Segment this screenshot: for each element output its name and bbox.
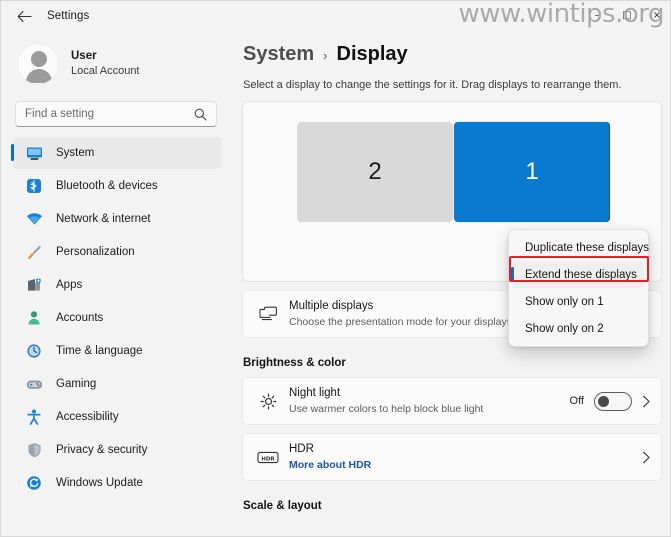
sidebar-item-bluetooth-devices[interactable]: Bluetooth & devices: [13, 170, 221, 202]
account-name: User: [71, 50, 97, 62]
display-monitor-2[interactable]: 2: [297, 122, 453, 222]
back-button[interactable]: [9, 3, 39, 29]
chevron-right-icon: [642, 451, 651, 464]
apps-icon: [25, 276, 43, 294]
minimize-button[interactable]: –: [582, 1, 612, 31]
bluetooth-icon: [25, 177, 43, 195]
sidebar-item-label: Windows Update: [56, 477, 143, 489]
multiple-displays-context-menu: Duplicate these displays Extend these di…: [508, 229, 649, 347]
night-light-row[interactable]: Night light Use warmer colors to help bl…: [242, 377, 662, 425]
section-heading-scale: Scale & layout: [243, 500, 322, 512]
menu-item-extend-displays[interactable]: Extend these displays: [511, 261, 644, 288]
multiple-displays-icon: [255, 306, 281, 322]
accessibility-icon: [25, 408, 43, 426]
close-button[interactable]: ×: [642, 1, 670, 31]
section-heading-brightness: Brightness & color: [243, 357, 346, 369]
sidebar-item-accessibility[interactable]: Accessibility: [13, 401, 221, 433]
sidebar-item-system[interactable]: System: [11, 137, 221, 169]
sidebar-item-label: Time & language: [56, 345, 143, 357]
monitor-icon: [25, 144, 43, 162]
sidebar-item-label: Privacy & security: [56, 444, 148, 456]
sidebar-item-label: Network & internet: [56, 213, 151, 225]
breadcrumb: System › Display: [231, 31, 670, 66]
sidebar-item-accounts[interactable]: Accounts: [13, 302, 221, 334]
back-arrow-icon: [17, 10, 32, 22]
sidebar-item-label: System: [56, 147, 95, 159]
sidebar-item-apps[interactable]: Apps: [13, 269, 221, 301]
sidebar-item-label: Apps: [56, 279, 83, 291]
menu-item-show-only-on-2[interactable]: Show only on 2: [513, 315, 644, 342]
sidebar-item-gaming[interactable]: Gaming: [13, 368, 221, 400]
svg-text:HDR: HDR: [261, 456, 275, 462]
display-number: 2: [368, 158, 382, 185]
sidebar-item-label: Personalization: [56, 246, 135, 258]
person-icon: [25, 309, 43, 327]
close-icon: ×: [652, 10, 662, 21]
chevron-right-icon: [642, 395, 651, 408]
page-subtitle: Select a display to change the settings …: [243, 79, 622, 91]
search-icon: [194, 108, 216, 121]
sidebar-item-personalization[interactable]: Personalization: [13, 236, 221, 268]
sidebar-item-windows-update[interactable]: Windows Update: [13, 467, 221, 499]
maximize-button[interactable]: □: [612, 1, 642, 31]
window-title: Settings: [47, 10, 90, 22]
settings-window: Settings – □ × www.wintips.org User Loca…: [0, 0, 671, 537]
display-monitors: 2 1: [297, 122, 610, 222]
hdr-row[interactable]: HDR HDR More about HDR: [242, 433, 662, 481]
breadcrumb-separator-icon: ›: [323, 48, 328, 63]
gamepad-icon: [25, 375, 43, 393]
breadcrumb-root[interactable]: System: [243, 43, 314, 66]
search-box[interactable]: [15, 101, 217, 127]
window-controls: – □ ×: [582, 1, 670, 31]
sidebar: User Local Account Find a setting System…: [1, 31, 231, 536]
sidebar-item-network-internet[interactable]: Network & internet: [13, 203, 221, 235]
sidebar-item-label: Bluetooth & devices: [56, 180, 158, 192]
minimize-icon: –: [594, 10, 600, 21]
menu-item-duplicate-displays[interactable]: Duplicate these displays: [513, 234, 649, 261]
account-subtitle: Local Account: [71, 65, 140, 77]
update-icon: [25, 474, 43, 492]
shield-icon: [25, 441, 43, 459]
wifi-icon: [25, 210, 43, 228]
avatar: [17, 43, 59, 85]
sidebar-item-label: Gaming: [56, 378, 97, 390]
display-monitor-1[interactable]: 1: [454, 122, 610, 222]
sun-icon: [255, 393, 281, 410]
sidebar-item-label: Accounts: [56, 312, 104, 324]
night-light-toggle[interactable]: [594, 391, 632, 411]
account-header[interactable]: User Local Account: [1, 31, 231, 95]
sidebar-item-label: Accessibility: [56, 411, 119, 423]
sidebar-item-time-language[interactable]: Time & language: [13, 335, 221, 367]
sidebar-item-privacy-security[interactable]: Privacy & security: [13, 434, 221, 466]
more-about-hdr-link[interactable]: More about HDR: [289, 458, 642, 472]
sidebar-nav: System Bluetooth & devices Network & int…: [1, 137, 231, 499]
search-input[interactable]: [16, 108, 194, 120]
display-number: 1: [525, 158, 539, 185]
paintbrush-icon: [25, 243, 43, 261]
page-title: Display: [336, 43, 408, 65]
row-title: HDR: [289, 443, 314, 455]
night-light-state-label: Off: [569, 395, 584, 407]
maximize-icon: □: [622, 10, 632, 21]
hdr-icon: HDR: [255, 450, 281, 465]
row-title: Night light: [289, 387, 341, 399]
toggle-knob: [598, 395, 609, 407]
menu-item-show-only-on-1[interactable]: Show only on 1: [513, 288, 644, 315]
title-bar: Settings – □ ×: [1, 1, 670, 31]
clock-icon: [25, 342, 43, 360]
row-subtitle: Use warmer colors to help block blue lig…: [289, 403, 484, 415]
